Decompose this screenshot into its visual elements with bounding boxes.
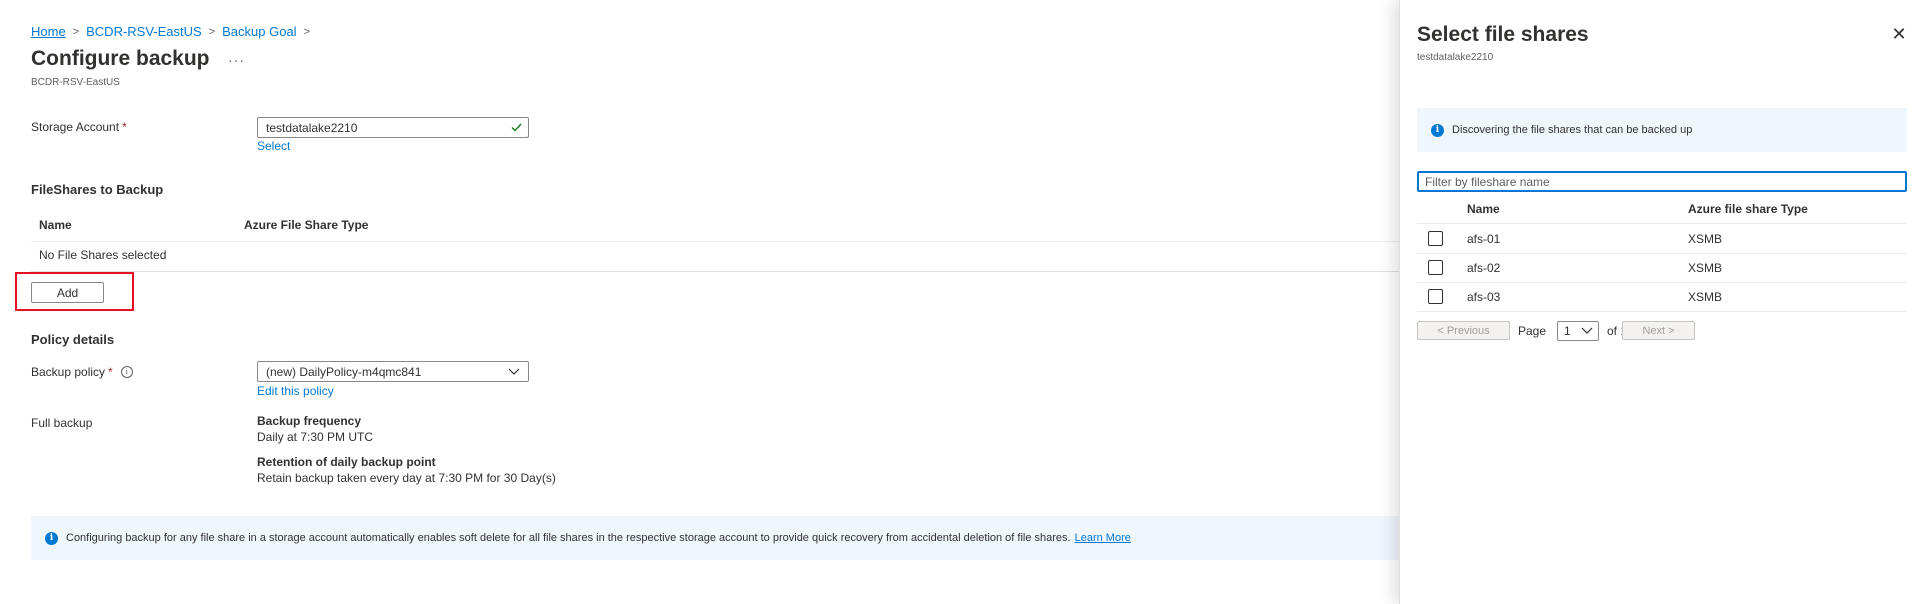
column-header-type: Azure File Share Type: [244, 218, 369, 232]
edit-policy-link[interactable]: Edit this policy: [257, 384, 334, 398]
row-type: XSMB: [1688, 290, 1723, 304]
breadcrumb: Home > BCDR-RSV-EastUS > Backup Goal >: [31, 24, 317, 39]
backup-policy-dropdown[interactable]: (new) DailyPolicy-m4qmc841: [257, 361, 529, 382]
row-checkbox[interactable]: [1428, 289, 1443, 304]
info-icon[interactable]: i: [120, 366, 133, 378]
page-select-value: 1: [1564, 324, 1571, 338]
policy-section-title: Policy details: [31, 332, 115, 347]
soft-delete-info-banner: i Configuring backup for any file share …: [31, 516, 1400, 560]
breadcrumb-vault-link[interactable]: BCDR-RSV-EastUS: [86, 24, 202, 39]
grid-header-type: Azure file share Type: [1688, 202, 1808, 216]
table-bottom-divider: [31, 271, 1400, 272]
required-marker: *: [108, 365, 113, 379]
backup-policy-label: Backup policy * i: [31, 365, 133, 379]
info-banner-message: Configuring backup for any file share in…: [66, 532, 1071, 544]
page-label: Page: [1518, 324, 1547, 338]
row-name: afs-03: [1467, 290, 1501, 304]
storage-account-label: Storage Account *: [31, 120, 127, 134]
breadcrumb-backup-goal-link[interactable]: Backup Goal: [222, 24, 296, 39]
row-name: afs-02: [1467, 261, 1501, 275]
select-storage-account-link[interactable]: Select: [257, 139, 290, 153]
close-icon[interactable]: ✕: [1889, 24, 1909, 44]
full-backup-label: Full backup: [31, 416, 93, 430]
retention-title: Retention of daily backup point: [257, 455, 436, 469]
page-title: Configure backup: [31, 47, 210, 70]
previous-page-button[interactable]: < Previous: [1417, 321, 1510, 340]
discovery-info-message: Discovering the file shares that can be …: [1452, 124, 1693, 136]
info-icon: i: [45, 531, 58, 545]
grid-header-divider: [1417, 223, 1907, 224]
chevron-down-icon: [1581, 327, 1593, 334]
chevron-right-icon: >: [303, 25, 311, 38]
row-name: afs-01: [1467, 232, 1501, 246]
add-fileshare-button[interactable]: Add: [31, 282, 104, 303]
row-type: XSMB: [1688, 261, 1723, 275]
info-icon: i: [1431, 123, 1444, 137]
discovery-info-banner: i Discovering the file shares that can b…: [1417, 108, 1907, 152]
column-header-name: Name: [39, 218, 72, 232]
row-checkbox[interactable]: [1428, 231, 1443, 246]
learn-more-link[interactable]: Learn More: [1075, 532, 1131, 544]
blade-title: Select file shares: [1417, 23, 1589, 46]
storage-account-field[interactable]: testdatalake2210: [257, 117, 529, 138]
more-options-button[interactable]: ···: [228, 52, 245, 68]
row-type: XSMB: [1688, 232, 1723, 246]
row-checkbox[interactable]: [1428, 260, 1443, 275]
fileshares-section-title: FileShares to Backup: [31, 182, 164, 197]
chevron-down-icon: [508, 368, 520, 375]
backup-frequency-value: Daily at 7:30 PM UTC: [257, 430, 374, 444]
row-divider: [1417, 311, 1907, 312]
main-content: Home > BCDR-RSV-EastUS > Backup Goal > C…: [0, 0, 1400, 604]
breadcrumb-home-link[interactable]: Home: [31, 24, 66, 39]
page-select[interactable]: 1: [1557, 321, 1599, 341]
row-divider: [1417, 253, 1907, 254]
retention-value: Retain backup taken every day at 7:30 PM…: [257, 471, 556, 485]
select-file-shares-blade: Select file shares testdatalake2210 ✕ i …: [1399, 0, 1931, 604]
blade-subtitle: testdatalake2210: [1417, 52, 1494, 63]
next-page-button[interactable]: Next >: [1622, 321, 1695, 340]
page-subtitle: BCDR-RSV-EastUS: [31, 77, 120, 88]
check-icon: [511, 123, 522, 132]
table-header-divider: [31, 241, 1400, 242]
page: Home > BCDR-RSV-EastUS > Backup Goal > C…: [0, 0, 1931, 604]
backup-policy-label-text: Backup policy: [31, 365, 106, 379]
required-marker: *: [122, 120, 127, 134]
grid-header-name: Name: [1467, 202, 1500, 216]
storage-account-label-text: Storage Account: [31, 120, 120, 134]
storage-account-value: testdatalake2210: [266, 121, 358, 135]
chevron-right-icon: >: [208, 25, 216, 38]
chevron-right-icon: >: [72, 25, 80, 38]
backup-frequency-title: Backup frequency: [257, 414, 362, 428]
empty-state-text: No File Shares selected: [39, 248, 167, 262]
backup-policy-selected: (new) DailyPolicy-m4qmc841: [266, 365, 422, 379]
row-divider: [1417, 282, 1907, 283]
fileshare-filter-input[interactable]: [1417, 171, 1907, 192]
